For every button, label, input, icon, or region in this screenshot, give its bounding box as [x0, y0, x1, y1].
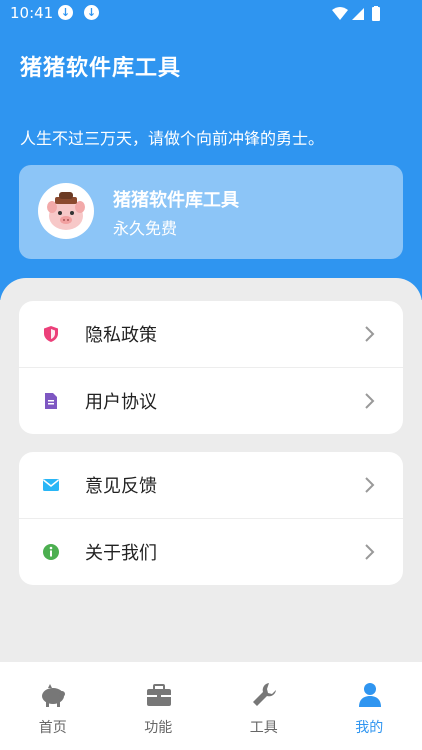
status-icons — [332, 6, 388, 26]
motto-text: 人生不过三万天，请做个向前冲锋的勇士。 — [20, 129, 325, 148]
status-time: 10:41 — [10, 4, 54, 22]
menu-item-label: 隐私政策 — [85, 325, 157, 346]
download-icon: ↓ — [58, 5, 73, 20]
menu-item-feedback[interactable]: 意见反馈 — [19, 452, 403, 518]
menu-group-legal: 隐私政策 用户协议 — [19, 301, 403, 434]
bottom-tab-bar: 首页 功能 工具 我的 — [0, 662, 422, 750]
profile-card[interactable]: 猪猪软件库工具 永久免费 — [19, 165, 403, 259]
chevron-right-icon — [365, 477, 375, 493]
tab-label: 我的 — [355, 720, 384, 736]
download-icon: ↓ — [84, 5, 99, 20]
status-bar: 10:41 ↓ ↓ — [0, 0, 422, 28]
menu-item-about-us[interactable]: 关于我们 — [19, 518, 403, 585]
tab-mine[interactable]: 我的 — [317, 662, 422, 750]
info-icon — [43, 544, 59, 560]
mail-icon — [43, 479, 59, 491]
piggy-bank-icon — [42, 684, 65, 707]
menu-item-label: 关于我们 — [85, 543, 157, 564]
tab-features[interactable]: 功能 — [106, 662, 212, 750]
pig-avatar-icon — [38, 183, 94, 239]
person-icon — [358, 683, 381, 707]
menu-item-user-agreement[interactable]: 用户协议 — [19, 367, 403, 434]
menu-group-about: 意见反馈 关于我们 — [19, 452, 403, 585]
profile-title: 猪猪软件库工具 — [113, 190, 239, 211]
menu-section: 隐私政策 用户协议 意见反馈 关于我们 — [0, 278, 422, 662]
tab-label: 功能 — [144, 720, 173, 736]
chevron-right-icon — [365, 393, 375, 409]
tab-label: 首页 — [38, 720, 67, 736]
document-icon — [45, 393, 57, 409]
wifi-signal-battery-icon — [332, 6, 380, 21]
profile-subtitle: 永久免费 — [113, 219, 178, 238]
wrench-icon — [253, 683, 276, 706]
menu-item-privacy-policy[interactable]: 隐私政策 — [19, 301, 403, 367]
chevron-right-icon — [365, 326, 375, 342]
chevron-right-icon — [365, 544, 375, 560]
menu-item-label: 用户协议 — [85, 392, 157, 413]
app-title: 猪猪软件库工具 — [20, 56, 182, 81]
toolbox-icon — [146, 684, 171, 706]
shield-icon — [44, 326, 58, 342]
menu-item-label: 意见反馈 — [85, 476, 157, 497]
tab-label: 工具 — [249, 720, 278, 736]
tab-home[interactable]: 首页 — [0, 662, 106, 750]
tab-tools[interactable]: 工具 — [211, 662, 317, 750]
header-section: 10:41 ↓ ↓ 猪猪软件库工具 人生不过三万天，请做个向前冲锋的勇士。 猪猪… — [0, 0, 422, 300]
